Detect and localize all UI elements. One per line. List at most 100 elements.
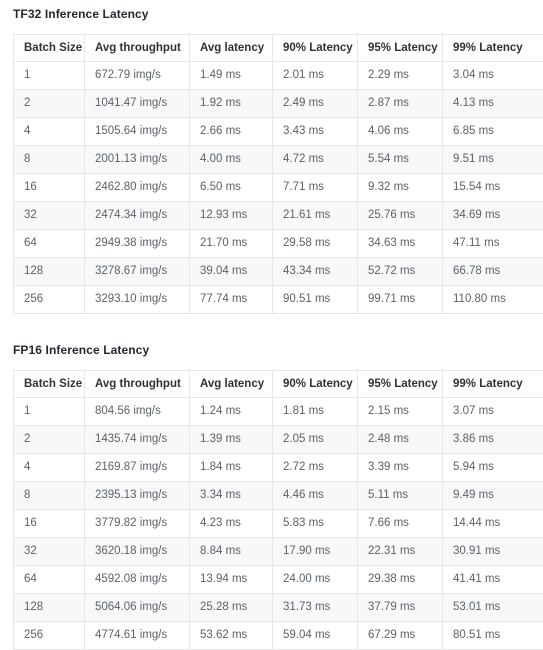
column-header-avg-latency: Avg latency (190, 371, 273, 398)
cell-p99-latency: 34.69 ms (443, 202, 543, 230)
cell-batch-size: 4 (14, 118, 85, 146)
cell-avg-throughput: 2474.34 img/s (85, 202, 190, 230)
cell-batch-size: 32 (14, 538, 85, 566)
section-spacer (0, 314, 543, 336)
cell-p90-latency: 29.58 ms (273, 230, 358, 258)
cell-p99-latency: 14.44 ms (443, 510, 543, 538)
cell-avg-throughput: 4592.08 img/s (85, 566, 190, 594)
cell-p99-latency: 9.49 ms (443, 482, 543, 510)
cell-p90-latency: 2.49 ms (273, 90, 358, 118)
table-row: 64 2949.38 img/s 21.70 ms 29.58 ms 34.63… (14, 230, 543, 258)
cell-p99-latency: 66.78 ms (443, 258, 543, 286)
cell-p99-latency: 110.80 ms (443, 286, 543, 314)
cell-avg-throughput: 5064.06 img/s (85, 594, 190, 622)
cell-avg-latency: 53.62 ms (190, 622, 273, 650)
tf32-table-header: Batch Size Avg throughput Avg latency 90… (14, 35, 543, 62)
cell-avg-latency: 13.94 ms (190, 566, 273, 594)
column-header-avg-latency: Avg latency (190, 35, 273, 62)
cell-p99-latency: 15.54 ms (443, 174, 543, 202)
cell-avg-throughput: 3620.18 img/s (85, 538, 190, 566)
cell-batch-size: 256 (14, 286, 85, 314)
cell-avg-latency: 8.84 ms (190, 538, 273, 566)
cell-p95-latency: 37.79 ms (358, 594, 443, 622)
cell-avg-latency: 21.70 ms (190, 230, 273, 258)
cell-p99-latency: 6.85 ms (443, 118, 543, 146)
table-header-row: Batch Size Avg throughput Avg latency 90… (14, 35, 543, 62)
cell-avg-throughput: 4774.61 img/s (85, 622, 190, 650)
table-row: 16 2462.80 img/s 6.50 ms 7.71 ms 9.32 ms… (14, 174, 543, 202)
table-row: 8 2001.13 img/s 4.00 ms 4.72 ms 5.54 ms … (14, 146, 543, 174)
cell-p99-latency: 4.13 ms (443, 90, 543, 118)
cell-avg-throughput: 2169.87 img/s (85, 454, 190, 482)
cell-p95-latency: 67.29 ms (358, 622, 443, 650)
column-header-avg-throughput: Avg throughput (85, 35, 190, 62)
cell-p90-latency: 4.46 ms (273, 482, 358, 510)
cell-avg-latency: 6.50 ms (190, 174, 273, 202)
tf32-table-body: 1 672.79 img/s 1.49 ms 2.01 ms 2.29 ms 3… (14, 62, 543, 314)
cell-avg-throughput: 1435.74 img/s (85, 426, 190, 454)
cell-p95-latency: 3.39 ms (358, 454, 443, 482)
cell-p99-latency: 3.86 ms (443, 426, 543, 454)
table-row: 4 1505.64 img/s 2.66 ms 3.43 ms 4.06 ms … (14, 118, 543, 146)
cell-p99-latency: 41.41 ms (443, 566, 543, 594)
fp16-section-title: FP16 Inference Latency (13, 336, 543, 357)
cell-batch-size: 256 (14, 622, 85, 650)
cell-avg-latency: 2.66 ms (190, 118, 273, 146)
cell-p90-latency: 4.72 ms (273, 146, 358, 174)
cell-avg-latency: 1.39 ms (190, 426, 273, 454)
cell-batch-size: 64 (14, 566, 85, 594)
cell-p90-latency: 2.01 ms (273, 62, 358, 90)
cell-p95-latency: 52.72 ms (358, 258, 443, 286)
cell-p95-latency: 22.31 ms (358, 538, 443, 566)
cell-avg-throughput: 1505.64 img/s (85, 118, 190, 146)
table-row: 128 3278.67 img/s 39.04 ms 43.34 ms 52.7… (14, 258, 543, 286)
table-row: 4 2169.87 img/s 1.84 ms 2.72 ms 3.39 ms … (14, 454, 543, 482)
cell-p95-latency: 99.71 ms (358, 286, 443, 314)
cell-batch-size: 2 (14, 90, 85, 118)
cell-p95-latency: 9.32 ms (358, 174, 443, 202)
cell-batch-size: 2 (14, 426, 85, 454)
column-header-p95-latency: 95% Latency (358, 371, 443, 398)
cell-avg-throughput: 2001.13 img/s (85, 146, 190, 174)
cell-batch-size: 8 (14, 146, 85, 174)
cell-p90-latency: 2.72 ms (273, 454, 358, 482)
cell-batch-size: 1 (14, 398, 85, 426)
cell-avg-latency: 1.24 ms (190, 398, 273, 426)
cell-avg-latency: 4.23 ms (190, 510, 273, 538)
cell-p90-latency: 21.61 ms (273, 202, 358, 230)
cell-avg-throughput: 2395.13 img/s (85, 482, 190, 510)
table-row: 2 1041.47 img/s 1.92 ms 2.49 ms 2.87 ms … (14, 90, 543, 118)
cell-p99-latency: 30.91 ms (443, 538, 543, 566)
column-header-p90-latency: 90% Latency (273, 371, 358, 398)
cell-avg-latency: 77.74 ms (190, 286, 273, 314)
cell-batch-size: 16 (14, 174, 85, 202)
fp16-table-header: Batch Size Avg throughput Avg latency 90… (14, 371, 543, 398)
table-row: 256 4774.61 img/s 53.62 ms 59.04 ms 67.2… (14, 622, 543, 650)
column-header-avg-throughput: Avg throughput (85, 371, 190, 398)
cell-p99-latency: 3.07 ms (443, 398, 543, 426)
cell-p90-latency: 43.34 ms (273, 258, 358, 286)
table-row: 256 3293.10 img/s 77.74 ms 90.51 ms 99.7… (14, 286, 543, 314)
cell-avg-throughput: 804.56 img/s (85, 398, 190, 426)
fp16-section: FP16 Inference Latency Batch Size Avg th… (0, 336, 543, 650)
cell-batch-size: 1 (14, 62, 85, 90)
cell-p95-latency: 2.29 ms (358, 62, 443, 90)
cell-p95-latency: 4.06 ms (358, 118, 443, 146)
cell-avg-latency: 1.84 ms (190, 454, 273, 482)
cell-p90-latency: 3.43 ms (273, 118, 358, 146)
cell-batch-size: 16 (14, 510, 85, 538)
cell-batch-size: 128 (14, 594, 85, 622)
cell-p90-latency: 7.71 ms (273, 174, 358, 202)
tf32-section: TF32 Inference Latency Batch Size Avg th… (0, 0, 543, 314)
cell-batch-size: 4 (14, 454, 85, 482)
column-header-p99-latency: 99% Latency (443, 35, 543, 62)
table-header-row: Batch Size Avg throughput Avg latency 90… (14, 371, 543, 398)
cell-avg-latency: 3.34 ms (190, 482, 273, 510)
fp16-latency-table: Batch Size Avg throughput Avg latency 90… (13, 370, 543, 650)
cell-p90-latency: 2.05 ms (273, 426, 358, 454)
table-row: 32 3620.18 img/s 8.84 ms 17.90 ms 22.31 … (14, 538, 543, 566)
cell-p95-latency: 2.48 ms (358, 426, 443, 454)
cell-batch-size: 8 (14, 482, 85, 510)
cell-p99-latency: 47.11 ms (443, 230, 543, 258)
cell-avg-throughput: 2462.80 img/s (85, 174, 190, 202)
